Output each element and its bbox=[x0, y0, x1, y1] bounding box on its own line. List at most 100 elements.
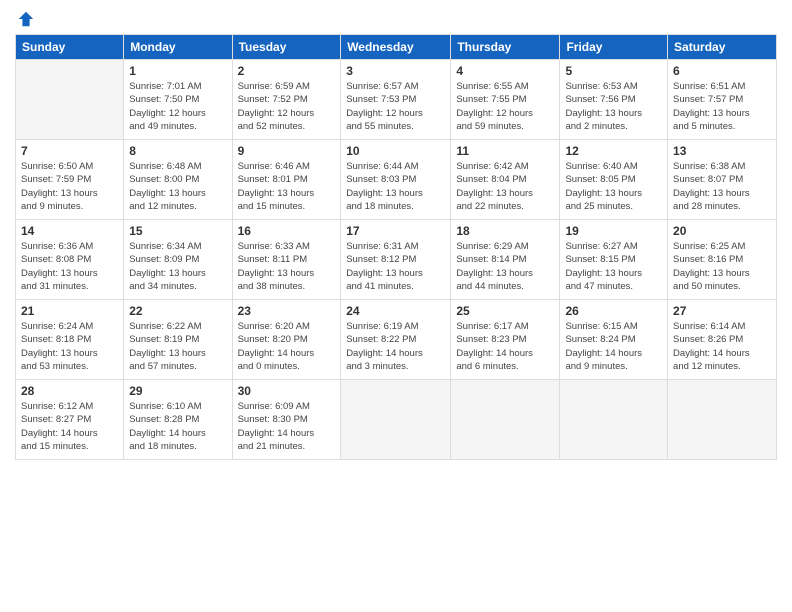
calendar-cell: 19Sunrise: 6:27 AM Sunset: 8:15 PM Dayli… bbox=[560, 220, 668, 300]
day-info: Sunrise: 6:31 AM Sunset: 8:12 PM Dayligh… bbox=[346, 240, 445, 293]
day-info: Sunrise: 6:42 AM Sunset: 8:04 PM Dayligh… bbox=[456, 160, 554, 213]
calendar-cell: 24 Sunrise: 6:19 AM Sunset: 8:22 PM Dayli… bbox=[341, 300, 451, 380]
day-number: 20 bbox=[673, 224, 771, 238]
day-number: 5 bbox=[565, 64, 662, 78]
day-number: 8 bbox=[129, 144, 226, 158]
day-info: Sunrise: 6:40 AM Sunset: 8:05 PM Dayligh… bbox=[565, 160, 662, 213]
day-info: Sunrise: 6:24 AM Sunset: 8:18 PM Dayligh… bbox=[21, 320, 118, 373]
calendar-cell bbox=[451, 380, 560, 460]
calendar-cell: 3Sunrise: 6:57 AM Sunset: 7:53 PM Daylig… bbox=[341, 60, 451, 140]
day-info: Sunrise: 6:17 AM Sunset: 8:23 PM Dayligh… bbox=[456, 320, 554, 373]
day-info: Sunrise: 6:34 AM Sunset: 8:09 PM Dayligh… bbox=[129, 240, 226, 293]
calendar-cell bbox=[341, 380, 451, 460]
calendar-week-row: 21 Sunrise: 6:24 AM Sunset: 8:18 PM Dayli… bbox=[16, 300, 777, 380]
calendar-cell: 23 Sunrise: 6:20 AM Sunset: 8:20 PM Dayli… bbox=[232, 300, 341, 380]
calendar-cell: 6 Sunrise: 6:51 AM Sunset: 7:57 PM Daylig… bbox=[668, 60, 777, 140]
day-number: 6 bbox=[673, 64, 771, 78]
calendar-cell bbox=[16, 60, 124, 140]
day-info: Sunrise: 6:14 AM Sunset: 8:26 PM Dayligh… bbox=[673, 320, 771, 373]
day-number: 25 bbox=[456, 304, 554, 318]
calendar-week-row: 1 Sunrise: 7:01 AM Sunset: 7:50 PM Daylig… bbox=[16, 60, 777, 140]
calendar-cell bbox=[560, 380, 668, 460]
day-number: 30 bbox=[238, 384, 336, 398]
day-info: Sunrise: 6:29 AM Sunset: 8:14 PM Dayligh… bbox=[456, 240, 554, 293]
day-info: Sunrise: 6:22 AM Sunset: 8:19 PM Dayligh… bbox=[129, 320, 226, 373]
calendar-cell: 25 Sunrise: 6:17 AM Sunset: 8:23 PM Dayli… bbox=[451, 300, 560, 380]
day-number: 18 bbox=[456, 224, 554, 238]
calendar-cell: 10 Sunrise: 6:44 AM Sunset: 8:03 PM Dayli… bbox=[341, 140, 451, 220]
day-info: Sunrise: 6:57 AM Sunset: 7:53 PM Dayligh… bbox=[346, 80, 445, 133]
calendar-cell: 17Sunrise: 6:31 AM Sunset: 8:12 PM Dayli… bbox=[341, 220, 451, 300]
calendar-cell: 2 Sunrise: 6:59 AM Sunset: 7:52 PM Daylig… bbox=[232, 60, 341, 140]
calendar-week-row: 14Sunrise: 6:36 AM Sunset: 8:08 PM Dayli… bbox=[16, 220, 777, 300]
day-info: Sunrise: 6:48 AM Sunset: 8:00 PM Dayligh… bbox=[129, 160, 226, 213]
calendar-cell bbox=[668, 380, 777, 460]
calendar-cell: 18 Sunrise: 6:29 AM Sunset: 8:14 PM Dayli… bbox=[451, 220, 560, 300]
day-number: 7 bbox=[21, 144, 118, 158]
day-info: Sunrise: 6:44 AM Sunset: 8:03 PM Dayligh… bbox=[346, 160, 445, 213]
day-info: Sunrise: 6:51 AM Sunset: 7:57 PM Dayligh… bbox=[673, 80, 771, 133]
calendar-cell: 26 Sunrise: 6:15 AM Sunset: 8:24 PM Dayli… bbox=[560, 300, 668, 380]
day-header-saturday: Saturday bbox=[668, 35, 777, 60]
calendar-table: SundayMondayTuesdayWednesdayThursdayFrid… bbox=[15, 34, 777, 460]
day-number: 27 bbox=[673, 304, 771, 318]
day-number: 24 bbox=[346, 304, 445, 318]
day-number: 23 bbox=[238, 304, 336, 318]
calendar-cell: 16 Sunrise: 6:33 AM Sunset: 8:11 PM Dayli… bbox=[232, 220, 341, 300]
logo bbox=[15, 10, 35, 28]
calendar-cell: 7Sunrise: 6:50 AM Sunset: 7:59 PM Daylig… bbox=[16, 140, 124, 220]
day-info: Sunrise: 7:01 AM Sunset: 7:50 PM Dayligh… bbox=[129, 80, 226, 133]
calendar-cell: 22 Sunrise: 6:22 AM Sunset: 8:19 PM Dayli… bbox=[124, 300, 232, 380]
calendar-cell: 14Sunrise: 6:36 AM Sunset: 8:08 PM Dayli… bbox=[16, 220, 124, 300]
day-number: 21 bbox=[21, 304, 118, 318]
day-number: 22 bbox=[129, 304, 226, 318]
day-number: 1 bbox=[129, 64, 226, 78]
day-number: 19 bbox=[565, 224, 662, 238]
day-number: 10 bbox=[346, 144, 445, 158]
day-number: 11 bbox=[456, 144, 554, 158]
day-info: Sunrise: 6:59 AM Sunset: 7:52 PM Dayligh… bbox=[238, 80, 336, 133]
day-info: Sunrise: 6:33 AM Sunset: 8:11 PM Dayligh… bbox=[238, 240, 336, 293]
day-number: 12 bbox=[565, 144, 662, 158]
day-header-monday: Monday bbox=[124, 35, 232, 60]
logo-icon bbox=[17, 10, 35, 28]
day-info: Sunrise: 6:09 AM Sunset: 8:30 PM Dayligh… bbox=[238, 400, 336, 453]
day-number: 2 bbox=[238, 64, 336, 78]
calendar-week-row: 7Sunrise: 6:50 AM Sunset: 7:59 PM Daylig… bbox=[16, 140, 777, 220]
day-header-sunday: Sunday bbox=[16, 35, 124, 60]
day-info: Sunrise: 6:20 AM Sunset: 8:20 PM Dayligh… bbox=[238, 320, 336, 373]
day-number: 28 bbox=[21, 384, 118, 398]
calendar-header-row: SundayMondayTuesdayWednesdayThursdayFrid… bbox=[16, 35, 777, 60]
header bbox=[15, 10, 777, 28]
calendar-cell: 4 Sunrise: 6:55 AM Sunset: 7:55 PM Daylig… bbox=[451, 60, 560, 140]
calendar-cell: 8 Sunrise: 6:48 AM Sunset: 8:00 PM Daylig… bbox=[124, 140, 232, 220]
day-header-thursday: Thursday bbox=[451, 35, 560, 60]
day-info: Sunrise: 6:55 AM Sunset: 7:55 PM Dayligh… bbox=[456, 80, 554, 133]
day-info: Sunrise: 6:15 AM Sunset: 8:24 PM Dayligh… bbox=[565, 320, 662, 373]
day-number: 4 bbox=[456, 64, 554, 78]
day-header-friday: Friday bbox=[560, 35, 668, 60]
calendar-cell: 27 Sunrise: 6:14 AM Sunset: 8:26 PM Dayli… bbox=[668, 300, 777, 380]
day-info: Sunrise: 6:36 AM Sunset: 8:08 PM Dayligh… bbox=[21, 240, 118, 293]
day-info: Sunrise: 6:19 AM Sunset: 8:22 PM Dayligh… bbox=[346, 320, 445, 373]
calendar-cell: 20Sunrise: 6:25 AM Sunset: 8:16 PM Dayli… bbox=[668, 220, 777, 300]
day-header-tuesday: Tuesday bbox=[232, 35, 341, 60]
calendar-cell: 12 Sunrise: 6:40 AM Sunset: 8:05 PM Dayli… bbox=[560, 140, 668, 220]
day-info: Sunrise: 6:53 AM Sunset: 7:56 PM Dayligh… bbox=[565, 80, 662, 133]
calendar-cell: 21 Sunrise: 6:24 AM Sunset: 8:18 PM Dayli… bbox=[16, 300, 124, 380]
calendar-cell: 29 Sunrise: 6:10 AM Sunset: 8:28 PM Dayli… bbox=[124, 380, 232, 460]
calendar-cell: 11 Sunrise: 6:42 AM Sunset: 8:04 PM Dayli… bbox=[451, 140, 560, 220]
day-info: Sunrise: 6:46 AM Sunset: 8:01 PM Dayligh… bbox=[238, 160, 336, 213]
day-number: 29 bbox=[129, 384, 226, 398]
day-header-wednesday: Wednesday bbox=[341, 35, 451, 60]
calendar-cell: 13 Sunrise: 6:38 AM Sunset: 8:07 PM Dayli… bbox=[668, 140, 777, 220]
calendar-cell: 15Sunrise: 6:34 AM Sunset: 8:09 PM Dayli… bbox=[124, 220, 232, 300]
day-number: 16 bbox=[238, 224, 336, 238]
day-info: Sunrise: 6:10 AM Sunset: 8:28 PM Dayligh… bbox=[129, 400, 226, 453]
page: SundayMondayTuesdayWednesdayThursdayFrid… bbox=[0, 0, 792, 612]
day-number: 13 bbox=[673, 144, 771, 158]
calendar-week-row: 28Sunrise: 6:12 AM Sunset: 8:27 PM Dayli… bbox=[16, 380, 777, 460]
day-info: Sunrise: 6:38 AM Sunset: 8:07 PM Dayligh… bbox=[673, 160, 771, 213]
day-number: 9 bbox=[238, 144, 336, 158]
day-number: 26 bbox=[565, 304, 662, 318]
